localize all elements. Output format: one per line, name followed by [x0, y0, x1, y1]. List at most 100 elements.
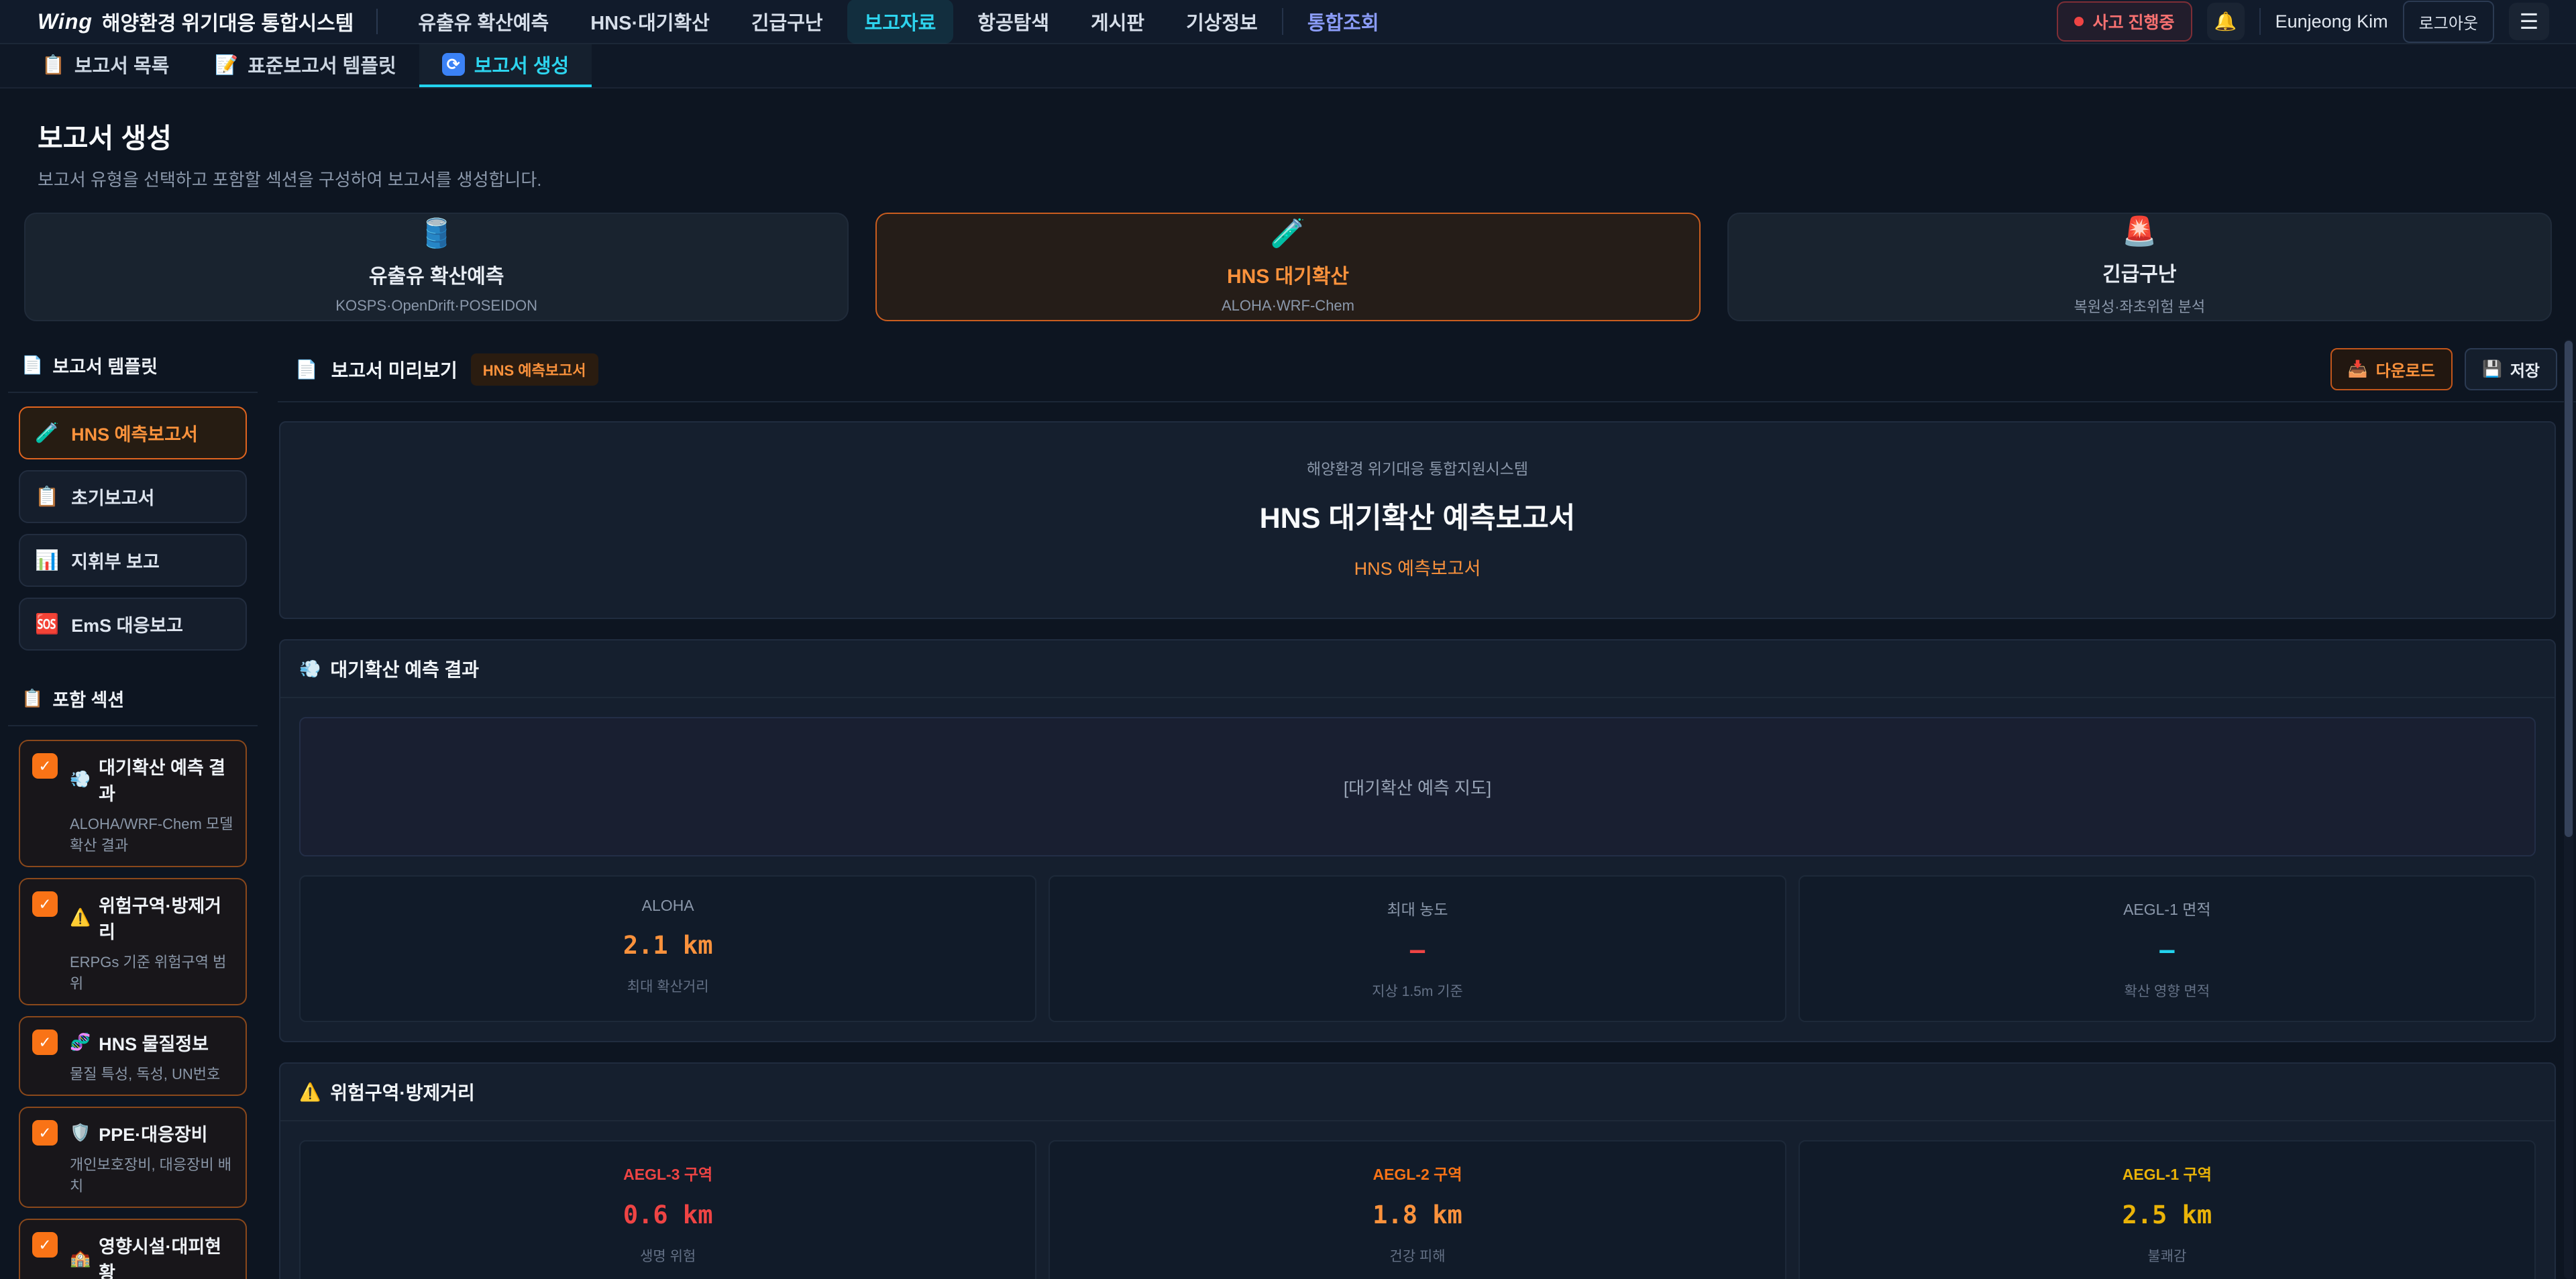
nav-item-board[interactable]: 게시판 [1073, 0, 1162, 44]
nav-item-aerial-search[interactable]: 항공탐색 [960, 0, 1067, 44]
templates-header: 📄 보고서 템플릿 [8, 340, 258, 393]
preview-scroll-area[interactable]: 해양환경 위기대응 통합지원시스템 HNS 대기확산 예측보고서 HNS 예측보… [278, 402, 2576, 1279]
sections-header-label: 포함 섹션 [52, 685, 124, 712]
report-type-oil-spill-card[interactable]: 🛢️ 유출유 확산예측 KOSPS·OpenDrift·POSEIDON [24, 213, 849, 321]
section-item-dispersion-result[interactable]: ✓ 💨 대기확산 예측 결과 ALOHA/WRF-Chem 모델 확산 결과 [19, 740, 247, 867]
section-item-danger-zone[interactable]: ✓ ⚠️ 위험구역·방제거리 ERPGs 기준 위험구역 범위 [19, 878, 247, 1005]
zone-value: 2.5 km [1807, 1201, 2528, 1229]
tab-label: 표준보고서 템플릿 [248, 50, 396, 78]
sections-header: 📋 포함 섹션 [8, 673, 258, 726]
tab-report-list[interactable]: 📋 보고서 목록 [19, 44, 192, 87]
doc-section-title: 대기확산 예측 결과 [330, 655, 479, 682]
zone-card-aegl3: AEGL-3 구역 0.6 km 생명 위험 [299, 1140, 1036, 1279]
tab-standard-templates[interactable]: 📝 표준보고서 템플릿 [192, 44, 419, 87]
section-title: 대기확산 예측 결과 [99, 753, 233, 805]
section-item-ppe-equipment[interactable]: ✓ 🛡️ PPE·대응장비 개인보호장비, 대응장비 배치 [19, 1107, 247, 1208]
warning-icon: ⚠️ [70, 908, 91, 928]
stat-value: 2.1 km [307, 931, 1028, 960]
download-button[interactable]: 📥 다운로드 [2330, 348, 2453, 390]
nav-item-hns-dispersion[interactable]: HNS·대기확산 [573, 0, 727, 44]
zone-label: AEGL-1 구역 [1807, 1162, 2528, 1184]
bell-icon: 🔔 [2214, 11, 2237, 32]
user-name: Eunjeong Kim [2275, 11, 2388, 32]
template-item-hns-forecast[interactable]: 🧪 HNS 예측보고서 [19, 406, 247, 459]
vertical-scrollbar[interactable] [2564, 339, 2573, 1279]
hamburger-icon: ☰ [2520, 9, 2539, 34]
report-type-title: 긴급구난 [2102, 258, 2176, 287]
doc-organization: 해양환경 위기대응 통합지원시스템 [307, 456, 2528, 479]
template-item-command-report[interactable]: 📊 지휘부 보고 [19, 534, 247, 587]
stat-sub: 최대 확산거리 [307, 976, 1028, 996]
content-area: 📄 보고서 템플릿 🧪 HNS 예측보고서 📋 초기보고서 📊 지휘부 보고 🆘… [0, 321, 2576, 1279]
nav-item-emergency-rescue[interactable]: 긴급구난 [734, 0, 841, 44]
doc-section-danger-zones: ⚠️ 위험구역·방제거리 AEGL-3 구역 0.6 km 생명 위험 AEGL… [279, 1062, 2556, 1279]
tab-report-generate[interactable]: ⟳ 보고서 생성 [419, 44, 592, 87]
nav-divider [376, 9, 378, 34]
page-title: 보고서 생성 [38, 115, 2538, 156]
oil-drum-icon: 🛢️ [419, 219, 454, 247]
report-type-subtitle: ALOHA·WRF-Chem [1222, 297, 1354, 315]
zone-label: AEGL-2 구역 [1057, 1162, 1778, 1184]
checkbox-checked[interactable]: ✓ [32, 891, 58, 917]
section-item-hns-substance[interactable]: ✓ 🧬 HNS 물질정보 물질 특성, 독성, UN번호 [19, 1016, 247, 1096]
section-desc: 물질 특성, 독성, UN번호 [70, 1062, 220, 1084]
save-button[interactable]: 💾 저장 [2465, 348, 2557, 390]
report-type-hns-card[interactable]: 🧪 HNS 대기확산 ALOHA·WRF-Chem [875, 213, 1700, 321]
notifications-button[interactable]: 🔔 [2207, 3, 2245, 40]
nav-item-integrated-search[interactable]: 통합조회 [1290, 0, 1397, 44]
templates-header-label: 보고서 템플릿 [52, 352, 158, 378]
checkbox-checked[interactable]: ✓ [32, 1030, 58, 1055]
logout-button[interactable]: 로그아웃 [2403, 1, 2494, 43]
incident-status-label: 사고 진행중 [2093, 9, 2175, 34]
stat-card-max-concentration: 최대 농도 — 지상 1.5m 기준 [1049, 875, 1786, 1022]
dna-icon: 🧬 [70, 1033, 91, 1052]
checkbox-checked[interactable]: ✓ [32, 753, 58, 779]
logo-wing-icon: Wing [38, 9, 93, 34]
wind-icon: 💨 [70, 770, 91, 789]
scrollbar-thumb[interactable] [2565, 341, 2573, 837]
stat-value: — [1807, 936, 2528, 964]
section-item-affected-facilities[interactable]: ✓ 🏫 영향시설·대피현황 주변 시설, 인구, 대피 계획 [19, 1219, 247, 1279]
checkbox-checked[interactable]: ✓ [32, 1120, 58, 1146]
zone-value: 1.8 km [1057, 1201, 1778, 1229]
top-navigation-bar: Wing 해양환경 위기대응 통합시스템 유출유 확산예측 HNS·대기확산 긴… [0, 0, 2576, 44]
incident-status-badge: 사고 진행중 [2057, 1, 2192, 42]
template-item-initial-report[interactable]: 📋 초기보고서 [19, 470, 247, 523]
report-type-rescue-card[interactable]: 🚨 긴급구난 복원성·좌초위험 분석 [1727, 213, 2552, 321]
test-tube-icon: 🧪 [1271, 219, 1305, 247]
section-desc: ERPGs 기준 위험구역 범위 [70, 950, 233, 993]
report-type-subtitle: 복원성·좌초위험 분석 [2074, 295, 2206, 317]
section-title: HNS 물질정보 [99, 1030, 209, 1056]
tab-label: 보고서 생성 [474, 50, 569, 78]
doc-section-title: 위험구역·방제거리 [330, 1078, 474, 1105]
hamburger-menu-button[interactable]: ☰ [2509, 3, 2549, 40]
nav-item-oil-spill[interactable]: 유출유 확산예측 [400, 0, 566, 44]
stat-sub: 지상 1.5m 기준 [1057, 981, 1778, 1001]
stat-label: 최대 농도 [1057, 897, 1778, 920]
siren-icon: 🚨 [2122, 217, 2157, 245]
shield-icon: 🛡️ [70, 1123, 91, 1143]
template-item-ems-response[interactable]: 🆘 EmS 대응보고 [19, 598, 247, 651]
zone-card-aegl1: AEGL-1 구역 2.5 km 불쾌감 [1799, 1140, 2536, 1279]
stat-sub: 확산 영향 면적 [1807, 981, 2528, 1001]
section-desc: 개인보호장비, 대응장비 배치 [70, 1153, 233, 1196]
section-desc: ALOHA/WRF-Chem 모델 확산 결과 [70, 812, 233, 855]
report-type-cards: 🛢️ 유출유 확산예측 KOSPS·OpenDrift·POSEIDON 🧪 H… [0, 209, 2576, 321]
clipboard-icon: 📋 [21, 688, 43, 709]
incident-dot-icon [2074, 17, 2084, 26]
nav-item-weather-info[interactable]: 기상정보 [1169, 0, 1275, 44]
stat-value: — [1057, 936, 1778, 964]
checkbox-checked[interactable]: ✓ [32, 1232, 58, 1258]
bar-chart-icon: 📊 [35, 549, 59, 572]
zone-card-aegl2: AEGL-2 구역 1.8 km 건강 피해 [1049, 1140, 1786, 1279]
stat-card-aloha: ALOHA 2.1 km 최대 확산거리 [299, 875, 1036, 1022]
nav-item-reports[interactable]: 보고자료 [847, 0, 954, 44]
nav-divider [1282, 8, 1283, 35]
section-title: 위험구역·방제거리 [99, 891, 233, 944]
preview-template-badge: HNS 예측보고서 [471, 353, 598, 386]
report-preview-panel: 📄 보고서 미리보기 HNS 예측보고서 📥 다운로드 💾 저장 해양환경 위기… [278, 340, 2576, 1279]
report-subtabs: 📋 보고서 목록 📝 표준보고서 템플릿 ⟳ 보고서 생성 [0, 44, 2576, 89]
doc-title: HNS 대기확산 예측보고서 [307, 495, 2528, 537]
document-icon: 📄 [21, 355, 43, 376]
main-nav: 유출유 확산예측 HNS·대기확산 긴급구난 보고자료 항공탐색 게시판 기상정… [400, 0, 1396, 44]
